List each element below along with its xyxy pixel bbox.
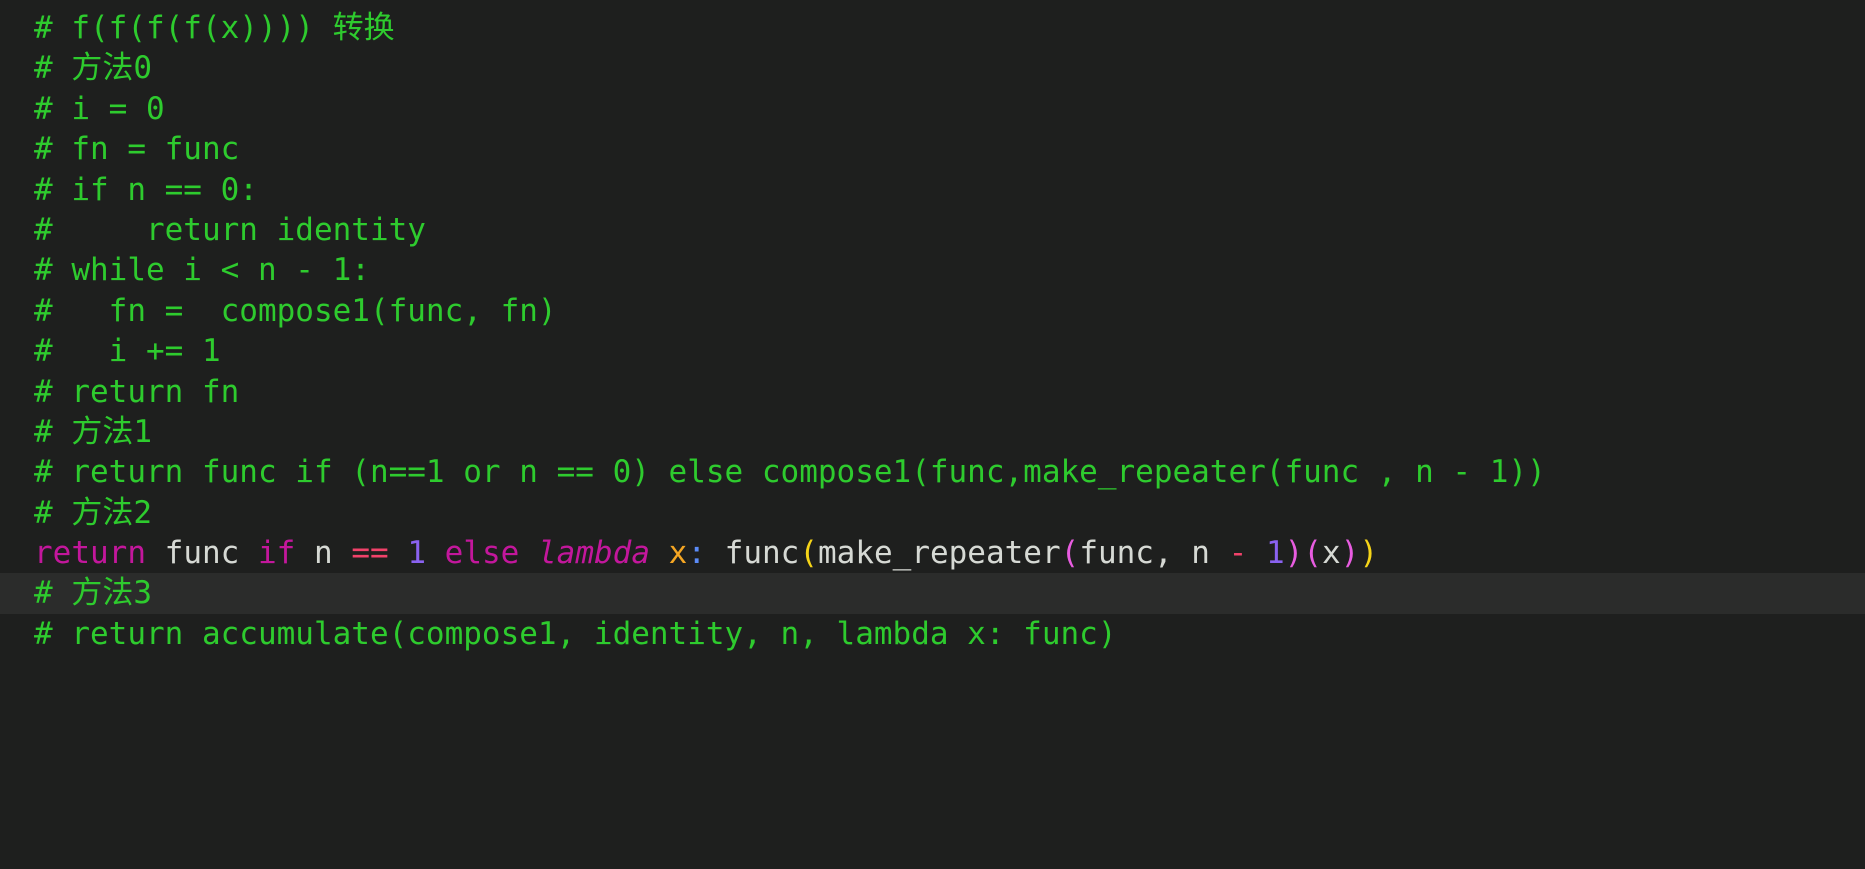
token-identifier <box>706 535 725 571</box>
code-line[interactable]: # while i < n - 1: <box>0 250 1865 290</box>
code-line[interactable]: # fn = compose1(func, fn) <box>0 291 1865 331</box>
token-comment: # while i < n - 1: <box>34 252 370 289</box>
token-identifier <box>295 535 314 571</box>
token-identifier: func <box>164 535 240 572</box>
code-line[interactable]: # i = 0 <box>0 89 1865 129</box>
token-keyword: else <box>444 535 520 572</box>
token-cjk-text: 方法 <box>71 413 134 450</box>
token-keyword: return <box>34 535 146 572</box>
token-comment: # return accumulate(compose1, identity, … <box>34 615 1117 652</box>
code-line[interactable]: # 方法2 <box>0 493 1865 533</box>
token-comment: # return identity <box>34 211 426 248</box>
token-identifier <box>519 535 538 571</box>
token-identifier <box>426 535 445 571</box>
code-line[interactable]: # return accumulate(compose1, identity, … <box>0 614 1865 654</box>
token-identifier <box>650 535 669 571</box>
code-line[interactable]: # if n == 0: <box>0 170 1865 210</box>
token-identifier <box>239 535 258 571</box>
token-number: 1 <box>407 535 426 572</box>
token-cjk-text: 方法 <box>71 494 134 531</box>
token-comment: # if n == 0: <box>34 171 258 208</box>
code-line-active[interactable]: # 方法3 <box>0 573 1865 614</box>
token-identifier <box>146 535 165 571</box>
token-identifier: func, <box>1079 535 1192 572</box>
code-line[interactable]: # return func if (n==1 or n == 0) else c… <box>0 452 1865 492</box>
token-bracket: ( <box>1303 535 1322 572</box>
token-cjk-text: 方法 <box>71 575 134 612</box>
token-bracket: ) <box>1340 535 1360 572</box>
token-comment: # i = 0 <box>34 90 165 127</box>
token-bracket: ( <box>1060 535 1080 572</box>
token-parameter: x <box>668 535 688 572</box>
token-comment: 2 <box>133 494 152 531</box>
code-surface[interactable]: # f(f(f(f(x)))) 转换 # 方法0 # i = 0 # fn = fun… <box>0 8 1865 654</box>
token-keyword: if <box>257 535 296 572</box>
code-line[interactable]: # f(f(f(f(x)))) 转换 <box>0 8 1865 48</box>
token-identifier: make_repeater <box>818 535 1061 572</box>
code-editor-pane[interactable]: # f(f(f(f(x)))) 转换 # 方法0 # i = 0 # fn = fun… <box>0 0 1865 869</box>
token-operator: - <box>1228 535 1248 572</box>
token-comment: # f(f(f(f(x)))) <box>34 10 333 46</box>
token-bracket: ( <box>799 535 818 572</box>
token-comment: 3 <box>133 575 152 612</box>
token-cjk-text: 方法 <box>71 50 134 87</box>
token-bracket: ) <box>1359 535 1379 572</box>
code-line[interactable]: # return fn <box>0 372 1865 412</box>
token-identifier <box>1247 535 1266 571</box>
token-identifier: n <box>313 535 333 572</box>
token-comment: # <box>34 494 72 531</box>
code-line[interactable]: # 方法0 <box>0 48 1865 88</box>
token-comment: # <box>34 50 72 87</box>
token-comment: # return func if (n==1 or n == 0) else c… <box>34 454 1546 491</box>
token-keyword: lambda <box>538 535 650 572</box>
token-cjk-text: 转换 <box>332 10 395 46</box>
token-identifier <box>1210 535 1229 571</box>
token-identifier <box>389 535 408 571</box>
token-comment: 0 <box>133 50 152 87</box>
token-bracket: ) <box>1284 535 1304 572</box>
token-comment: 1 <box>133 413 152 450</box>
token-operator: == <box>351 535 389 572</box>
token-identifier <box>333 535 352 571</box>
token-identifier: n <box>1191 535 1210 572</box>
code-line[interactable]: # 方法1 <box>0 412 1865 452</box>
code-line[interactable]: # fn = func <box>0 129 1865 169</box>
code-line[interactable]: # i += 1 <box>0 331 1865 371</box>
token-comment: # <box>34 413 72 450</box>
token-comment: # fn = compose1(func, fn) <box>34 292 557 329</box>
token-comment: # fn = func <box>34 131 240 168</box>
token-identifier: func <box>724 535 800 572</box>
token-comment: # <box>34 575 72 612</box>
token-number: 1 <box>1265 535 1285 572</box>
token-identifier: x <box>1322 535 1341 572</box>
token-comment: # return fn <box>34 373 240 410</box>
token-colon: : <box>687 535 706 572</box>
code-line[interactable]: # return identity <box>0 210 1865 250</box>
code-line[interactable]: return func if n == 1 else lambda x: fun… <box>0 533 1865 573</box>
token-comment: # i += 1 <box>34 333 221 370</box>
